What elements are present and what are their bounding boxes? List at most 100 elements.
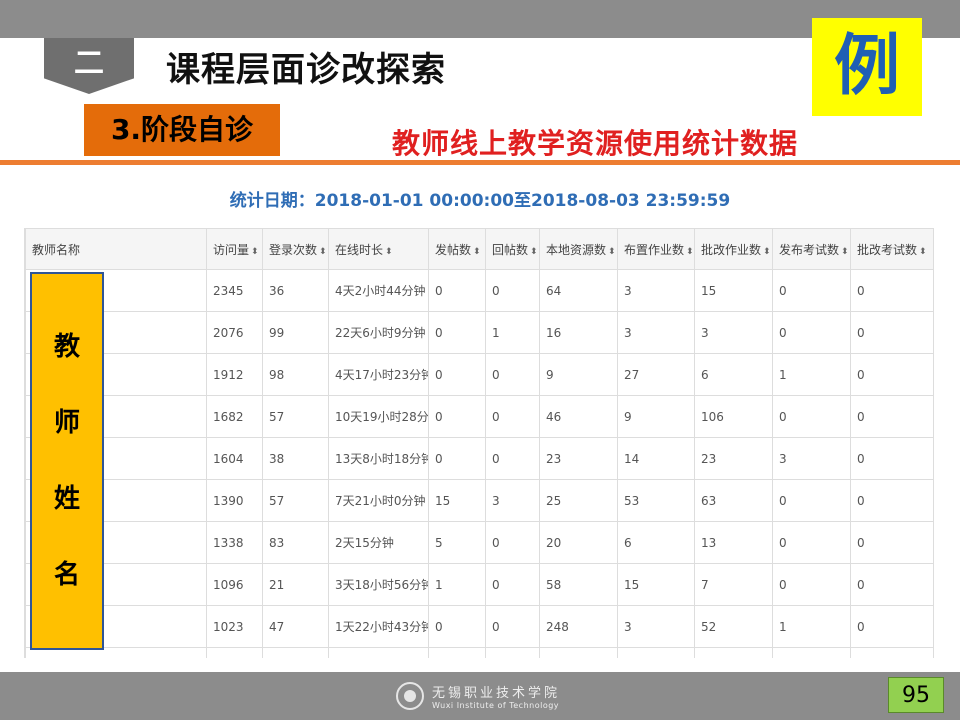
- table-row: 1096 21 3天18小时56分钟 1 0 58 15 7 0 0: [25, 563, 933, 606]
- table-cell: 23: [694, 437, 773, 480]
- school-emblem-icon: [396, 682, 424, 710]
- table-cell: 1338: [206, 521, 263, 564]
- table-cell: 9: [539, 353, 618, 396]
- column-header-label: 发布考试数: [779, 242, 840, 257]
- stats-date-range: 统计日期：2018-01-01 00:00:00至2018-08-03 23:5…: [229, 191, 731, 211]
- column-header-label: 发帖数: [435, 242, 472, 257]
- table-cell: 1: [485, 311, 540, 354]
- table-cell: 0: [428, 353, 486, 396]
- table-body: 2345 36 4天2小时44分钟 0 0 64 3 15 0 0 2076 99 22天6小时9分钟 0…: [25, 269, 933, 658]
- table-cell: 0: [850, 521, 933, 564]
- column-header[interactable]: 本地资源数 ⬍: [539, 228, 618, 270]
- stats-table-container: 教师名称 访问量 ⬍ 登录次数 ⬍ 在线时长 ⬍ 发帖数 ⬍ 回帖数 ⬍ 本地资源数 ⬍ 布置作业数 ⬍ 批改…: [24, 228, 934, 658]
- table-cell: 14: [617, 437, 695, 480]
- table-cell: 36: [262, 269, 329, 312]
- table-cell: 46: [539, 395, 618, 438]
- column-header[interactable]: 回帖数 ⬍: [485, 228, 540, 270]
- table-cell: 1390: [206, 479, 263, 522]
- column-header-label: 登录次数: [269, 242, 318, 257]
- table-cell: [539, 647, 618, 658]
- column-header[interactable]: 登录次数 ⬍: [262, 228, 329, 270]
- column-header[interactable]: 发帖数 ⬍: [428, 228, 486, 270]
- divider-line: [0, 160, 960, 165]
- sort-updown-icon[interactable]: ⬍: [919, 247, 927, 257]
- column-header-label: 本地资源数: [546, 242, 607, 257]
- table-cell: 0: [772, 479, 851, 522]
- table-row: 1023 47 1天22小时43分钟 0 0 248 3 52 1 0: [25, 605, 933, 648]
- table-cell: 1912: [206, 353, 263, 396]
- table-cell: 1天22小时43分钟: [328, 605, 429, 648]
- column-header-label: 布置作业数: [624, 242, 685, 257]
- sort-updown-icon[interactable]: ⬍: [686, 247, 693, 257]
- table-cell: [694, 647, 773, 658]
- table-cell: 0: [772, 521, 851, 564]
- table-cell: 47: [262, 605, 329, 648]
- sort-updown-icon[interactable]: ⬍: [763, 247, 771, 257]
- column-header-label: 访问量: [213, 242, 250, 257]
- slide-subtitle: 教师线上教学资源使用统计数据: [392, 127, 799, 160]
- table-cell: 99: [262, 311, 329, 354]
- table-cell: 20: [539, 521, 618, 564]
- column-header[interactable]: 访问量 ⬍: [206, 228, 263, 270]
- table-cell: 0: [485, 437, 540, 480]
- column-header-label: 在线时长: [335, 242, 384, 257]
- table-cell: 38: [262, 437, 329, 480]
- table-cell: 5: [428, 521, 486, 564]
- column-header[interactable]: 批改考试数 ⬍: [850, 228, 933, 270]
- table-cell: 3: [617, 605, 695, 648]
- sort-updown-icon[interactable]: ⬍: [841, 247, 849, 257]
- table-cell: 1604: [206, 437, 263, 480]
- sort-updown-icon[interactable]: ⬍: [319, 247, 327, 257]
- column-header[interactable]: 批改作业数 ⬍: [694, 228, 773, 270]
- table-cell: 57: [262, 479, 329, 522]
- table-cell: [206, 647, 263, 658]
- table-cell: 0: [428, 605, 486, 648]
- column-header[interactable]: 在线时长 ⬍: [328, 228, 429, 270]
- page-title: 课程层面诊改探索: [166, 50, 446, 90]
- table-row: 1912 98 4天17小时23分钟 0 0 9 27 6 1 0: [25, 353, 933, 396]
- table-row: 2076 99 22天6小时9分钟 0 1 16 3 3 0 0: [25, 311, 933, 354]
- table-cell: 0: [850, 605, 933, 648]
- sort-updown-icon[interactable]: ⬍: [251, 247, 259, 257]
- table-cell: 0: [850, 353, 933, 396]
- table-cell: 3: [617, 269, 695, 312]
- table-row: 1390 57 7天21小时0分钟 15 3 25 53 63 0 0: [25, 479, 933, 522]
- page-number: 95: [888, 677, 944, 713]
- table-cell: [850, 647, 933, 658]
- table-cell: 0: [485, 605, 540, 648]
- column-header[interactable]: 发布考试数 ⬍: [772, 228, 851, 270]
- table-header-row: 教师名称 访问量 ⬍ 登录次数 ⬍ 在线时长 ⬍ 发帖数 ⬍ 回帖数 ⬍ 本地资源数 ⬍ 布置作业数 ⬍ 批改…: [25, 228, 933, 270]
- table-cell: 0: [850, 437, 933, 480]
- table-cell: 1682: [206, 395, 263, 438]
- table-cell: 25: [539, 479, 618, 522]
- table-cell: 106: [694, 395, 773, 438]
- table-cell: 4天17小时23分钟: [328, 353, 429, 396]
- table-cell: 10天19小时28分钟: [328, 395, 429, 438]
- table-cell: 2345: [206, 269, 263, 312]
- table-cell: 83: [262, 521, 329, 564]
- table-cell: 3天18小时56分钟: [328, 563, 429, 606]
- subsection-label: 3.阶段自诊: [84, 104, 280, 156]
- table-cell: 15: [617, 563, 695, 606]
- table-cell: 1: [772, 605, 851, 648]
- sort-updown-icon[interactable]: ⬍: [530, 247, 538, 257]
- table-row: 1338 83 2天15分钟 5 0 20 6 13 0 0: [25, 521, 933, 564]
- table-cell: 0: [485, 269, 540, 312]
- column-header-label: 批改考试数: [857, 242, 918, 257]
- sort-updown-icon[interactable]: ⬍: [385, 247, 393, 257]
- table-cell: 9: [617, 395, 695, 438]
- column-header-label: 回帖数: [492, 242, 529, 257]
- table-cell: 0: [850, 311, 933, 354]
- table-cell: 0: [428, 437, 486, 480]
- table-cell: 0: [772, 563, 851, 606]
- table-cell: 0: [772, 395, 851, 438]
- table-cell: 16: [539, 311, 618, 354]
- table-cell: 6: [694, 353, 773, 396]
- table-cell: 3: [485, 479, 540, 522]
- sort-updown-icon[interactable]: ⬍: [608, 247, 616, 257]
- table-cell: 22天6小时9分钟: [328, 311, 429, 354]
- overlay-char: 名: [53, 560, 80, 590]
- column-header[interactable]: 布置作业数 ⬍: [617, 228, 695, 270]
- sort-updown-icon[interactable]: ⬍: [473, 247, 481, 257]
- table-cell: 0: [850, 479, 933, 522]
